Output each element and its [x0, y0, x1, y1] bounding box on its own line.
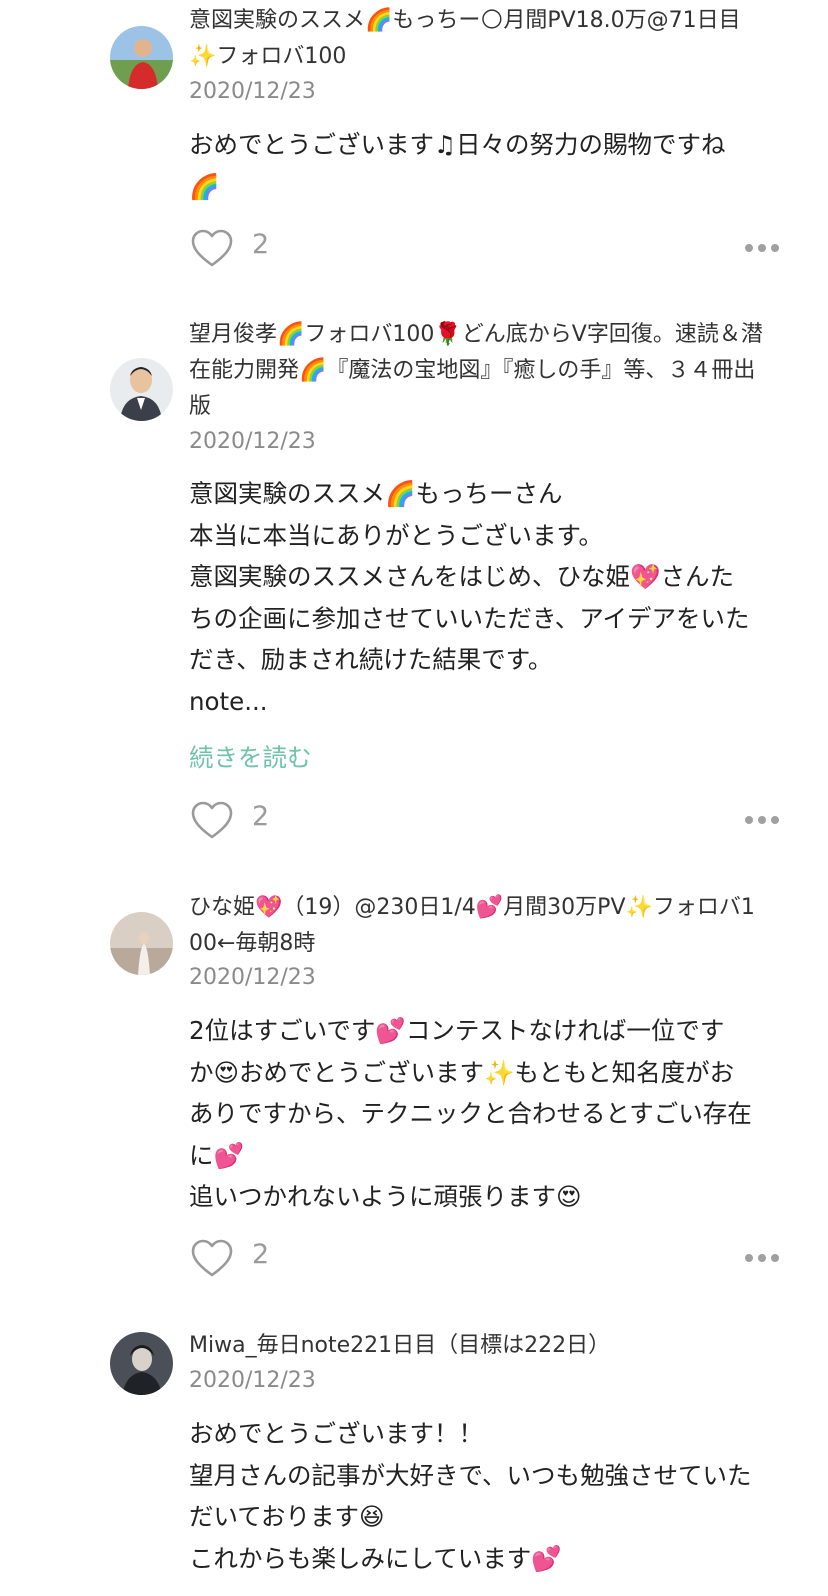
comment-actions: 2 [190, 227, 780, 271]
comment-body: 2位はすごいです💕コンテストなければ一位です か😍おめでとうございます✨もともと… [189, 1016, 752, 1211]
avatar[interactable] [110, 1332, 173, 1395]
like-count: 2 [252, 801, 270, 832]
comment-author[interactable]: 意図実験のススメ🌈もっちー🌕月間PV18.0万@71日目 ✨フォロバ100 [189, 3, 789, 75]
comment-body: 意図実験のススメ🌈もっちーさん 本当に本当にありがとうございます。 意図実験のス… [189, 479, 750, 716]
comment-date: 2020/12/23 [189, 79, 316, 104]
avatar[interactable] [110, 26, 173, 89]
comment-date: 2020/12/23 [189, 1368, 316, 1393]
comment-actions: 2 [190, 799, 780, 843]
more-options-icon[interactable] [744, 1251, 780, 1265]
comment-date: 2020/12/23 [189, 429, 316, 454]
avatar[interactable] [110, 912, 173, 975]
comment-author[interactable]: Miwa_毎日note221日目（目標は222日） [189, 1328, 789, 1364]
avatar[interactable] [110, 358, 173, 421]
heart-icon[interactable] [190, 799, 234, 843]
comment-author[interactable]: 望月俊孝🌈フォロバ100🌹どん底からV字回復。速読＆潜 在能力開発🌈『魔法の宝地… [189, 317, 789, 425]
more-options-icon[interactable] [744, 241, 780, 255]
comment-date: 2020/12/23 [189, 965, 316, 990]
comment-body: おめでとうございます！！ 望月さんの記事が大好きで、いつも勉強させていた だいて… [189, 1419, 752, 1573]
comment-body: おめでとうございます♫日々の努力の賜物ですね 🌈 [189, 130, 726, 201]
read-more-link[interactable]: 続きを読む [189, 738, 312, 778]
like-count: 2 [252, 229, 270, 260]
heart-icon[interactable] [190, 227, 234, 271]
heart-icon[interactable] [190, 1237, 234, 1281]
comment-author[interactable]: ひな姫💖（19）@230日1/4💕月間30万PV✨フォロバ1 00←毎朝8時 [189, 890, 789, 962]
like-count: 2 [252, 1239, 270, 1270]
comment-actions: 2 [190, 1237, 780, 1281]
more-options-icon[interactable] [744, 813, 780, 827]
